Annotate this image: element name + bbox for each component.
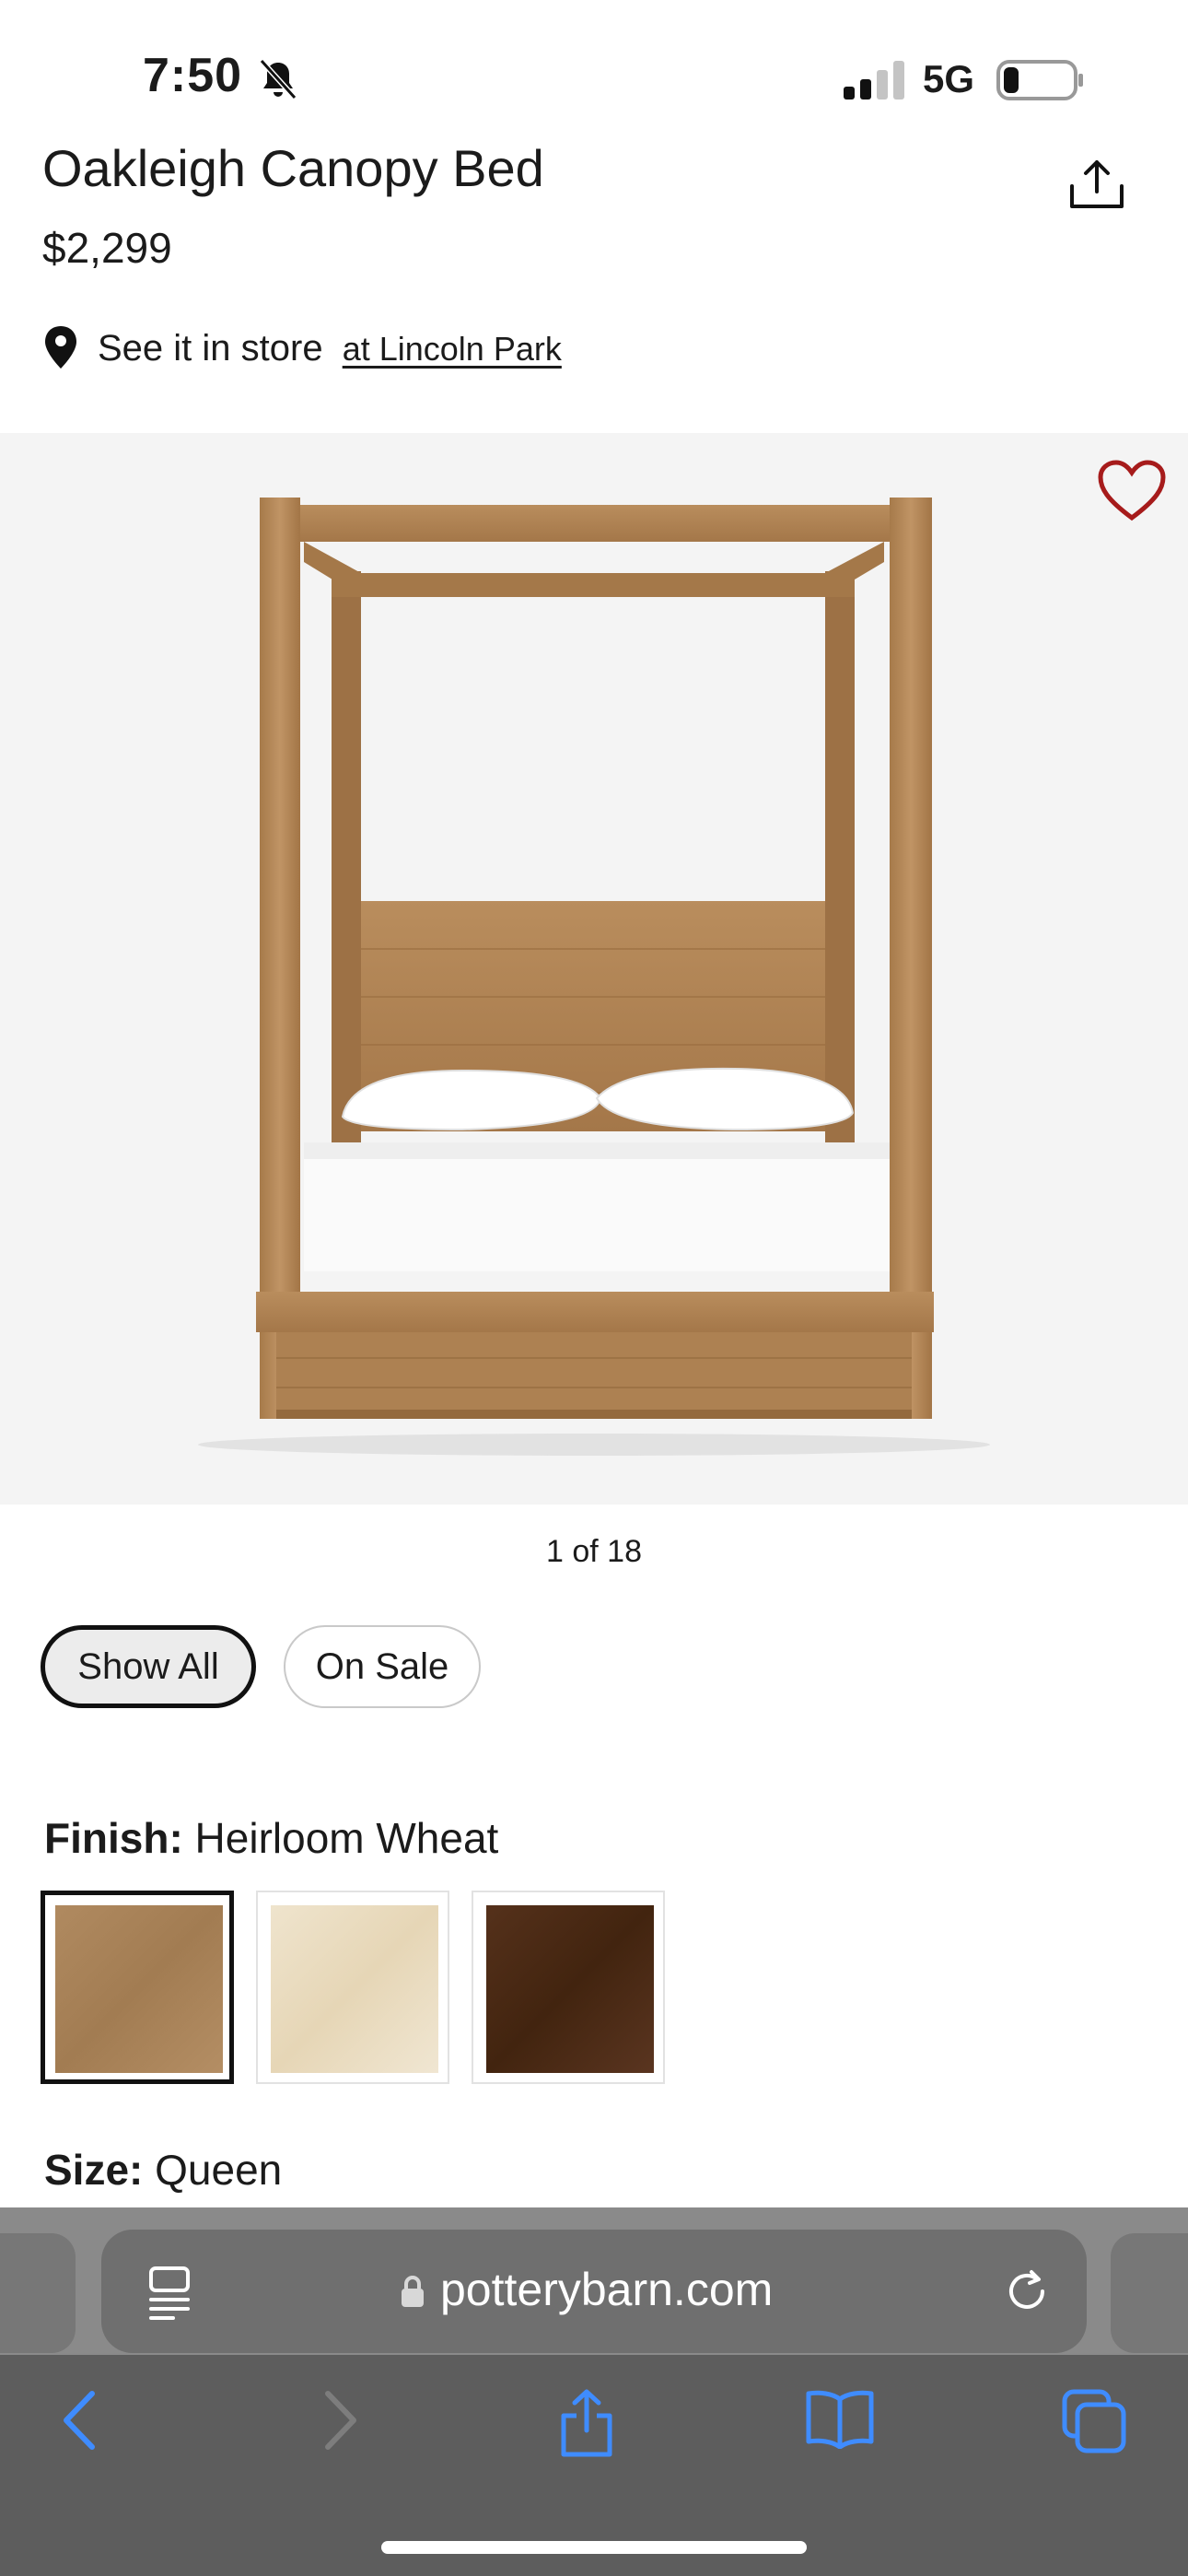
product-page: 7:50 5G Oakleigh Canopy Bed $2,299 See i…	[0, 0, 1188, 2576]
location-pin-icon	[45, 326, 76, 369]
swatch-fill	[486, 1905, 654, 2073]
swatch-fill	[55, 1905, 223, 2073]
on-sale-button[interactable]: On Sale	[284, 1625, 481, 1708]
product-image[interactable]	[0, 433, 1188, 1505]
signal-icon	[844, 61, 904, 100]
share-toolbar-icon[interactable]	[556, 2388, 617, 2458]
next-tab-card[interactable]	[1111, 2233, 1188, 2353]
swatch-fill	[271, 1905, 438, 2073]
image-counter: 1 of 18	[546, 1534, 642, 1569]
bell-slash-icon	[259, 58, 297, 100]
url-text[interactable]: potterybarn.com	[440, 2263, 773, 2316]
size-selector-label: Size: Queen	[44, 2145, 282, 2195]
favorite-heart-icon[interactable]	[1096, 459, 1168, 523]
reload-icon[interactable]	[1002, 2266, 1052, 2316]
bookmarks-icon[interactable]	[805, 2388, 875, 2449]
store-availability: See it in store at Lincoln Park	[98, 328, 562, 369]
size-value: Queen	[155, 2146, 283, 2194]
store-link[interactable]: at Lincoln Park	[343, 330, 562, 368]
back-chevron-icon[interactable]	[59, 2388, 103, 2453]
finish-label: Finish:	[44, 1814, 183, 1862]
canopy-bed-image	[198, 498, 990, 1456]
product-price: $2,299	[42, 224, 172, 272]
finish-swatch-heirloom-wheat[interactable]	[41, 1891, 234, 2084]
status-time: 7:50	[143, 49, 243, 102]
battery-icon	[996, 60, 1083, 100]
show-all-button[interactable]: Show All	[41, 1625, 256, 1708]
network-label: 5G	[923, 57, 975, 100]
page-menu-icon[interactable]	[146, 2265, 193, 2320]
size-label: Size:	[44, 2146, 144, 2194]
store-prefix: See it in store	[98, 328, 323, 369]
product-title: Oakleigh Canopy Bed	[42, 139, 544, 197]
share-icon[interactable]	[1068, 158, 1125, 210]
finish-swatch-light[interactable]	[256, 1891, 449, 2084]
finish-selector-label: Finish: Heirloom Wheat	[44, 1813, 498, 1863]
home-indicator[interactable]	[381, 2541, 807, 2554]
tabs-icon[interactable]	[1061, 2388, 1127, 2454]
previous-tab-card[interactable]	[0, 2233, 76, 2353]
finish-swatch-dark[interactable]	[472, 1891, 665, 2084]
finish-value: Heirloom Wheat	[194, 1814, 499, 1862]
lock-icon	[402, 2276, 424, 2307]
forward-chevron-icon[interactable]	[317, 2388, 361, 2453]
